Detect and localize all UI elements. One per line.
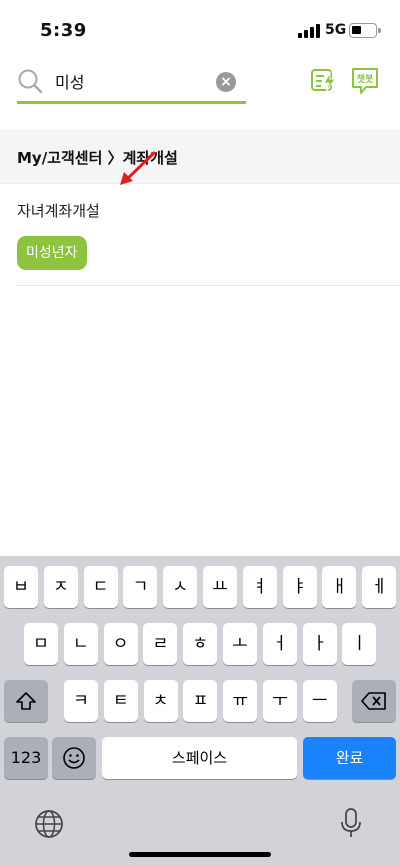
letter-key[interactable]: ㅅ: [163, 566, 198, 608]
network-type: 5G: [325, 22, 347, 38]
space-key[interactable]: 스페이스: [102, 737, 297, 779]
microphone-icon[interactable]: [340, 807, 362, 839]
letter-key[interactable]: ㅇ: [103, 623, 138, 665]
search-input[interactable]: [55, 68, 215, 94]
letter-key[interactable]: ㅛ: [203, 566, 237, 608]
letter-key[interactable]: ㅓ: [262, 623, 297, 665]
letter-key[interactable]: ㅑ: [282, 566, 317, 608]
emoji-icon: [63, 747, 85, 769]
search-icon: [18, 69, 43, 94]
letter-key[interactable]: ㅔ: [362, 566, 397, 608]
clear-search-icon[interactable]: ×: [216, 72, 236, 92]
letter-key[interactable]: ㅏ: [302, 623, 337, 665]
letter-key[interactable]: ㅗ: [223, 623, 257, 665]
letter-key[interactable]: ㅍ: [183, 680, 218, 722]
chatbot-label: 챗봇: [357, 73, 374, 85]
quick-menu-icon[interactable]: [309, 66, 337, 94]
letter-key[interactable]: ㅂ: [4, 566, 38, 608]
chatbot-button[interactable]: 챗봇: [350, 66, 380, 94]
letter-key[interactable]: ㅊ: [143, 680, 178, 722]
keyword-tag[interactable]: 미성년자: [17, 236, 87, 270]
shift-icon: [16, 692, 36, 710]
status-bar: 5:39 5G: [0, 0, 400, 58]
result-title: 자녀계좌개설: [17, 202, 100, 220]
letter-key[interactable]: ㅌ: [103, 680, 138, 722]
result-item[interactable]: 자녀계좌개설 미성년자: [17, 185, 400, 286]
cellular-signal-icon: [298, 24, 320, 38]
annotation-arrow: [120, 151, 156, 185]
status-time: 5:39: [40, 20, 87, 41]
letter-key[interactable]: ㅜ: [263, 680, 297, 722]
letter-key[interactable]: ㅐ: [322, 566, 357, 608]
letter-key[interactable]: ㄴ: [63, 623, 98, 665]
delete-icon: [361, 692, 386, 710]
letter-key[interactable]: ㅁ: [24, 623, 58, 665]
numbers-key[interactable]: 123: [4, 737, 48, 779]
letter-key[interactable]: ㅡ: [302, 680, 337, 722]
shift-key[interactable]: [4, 680, 48, 722]
chatbot-icon: 챗봇: [352, 68, 378, 94]
letter-key[interactable]: ㅠ: [223, 680, 258, 722]
letter-key[interactable]: ㄹ: [143, 623, 178, 665]
letter-key[interactable]: ㄷ: [83, 566, 118, 608]
result-section-header[interactable]: My/고객센터 〉계좌개설: [0, 129, 400, 184]
emoji-key[interactable]: [52, 737, 96, 779]
letter-key[interactable]: ㅎ: [183, 623, 218, 665]
backspace-key[interactable]: [352, 680, 396, 722]
letter-key[interactable]: ㅣ: [342, 623, 377, 665]
battery-icon: [349, 23, 381, 38]
search-bar[interactable]: ×: [17, 62, 246, 104]
done-key[interactable]: 완료: [303, 737, 396, 779]
keyboard: ㅂㅈㄷㄱㅅㅛㅕㅑㅐㅔ ㅁㄴㅇㄹㅎㅗㅓㅏㅣ ㅋㅌㅊㅍㅠㅜㅡ 123 스페이스 완료: [0, 556, 400, 866]
home-indicator: [129, 852, 271, 857]
globe-icon[interactable]: [34, 809, 64, 839]
letter-key[interactable]: ㅕ: [242, 566, 277, 608]
letter-key[interactable]: ㄱ: [123, 566, 158, 608]
letter-key[interactable]: ㅋ: [64, 680, 98, 722]
letter-key[interactable]: ㅈ: [43, 566, 78, 608]
